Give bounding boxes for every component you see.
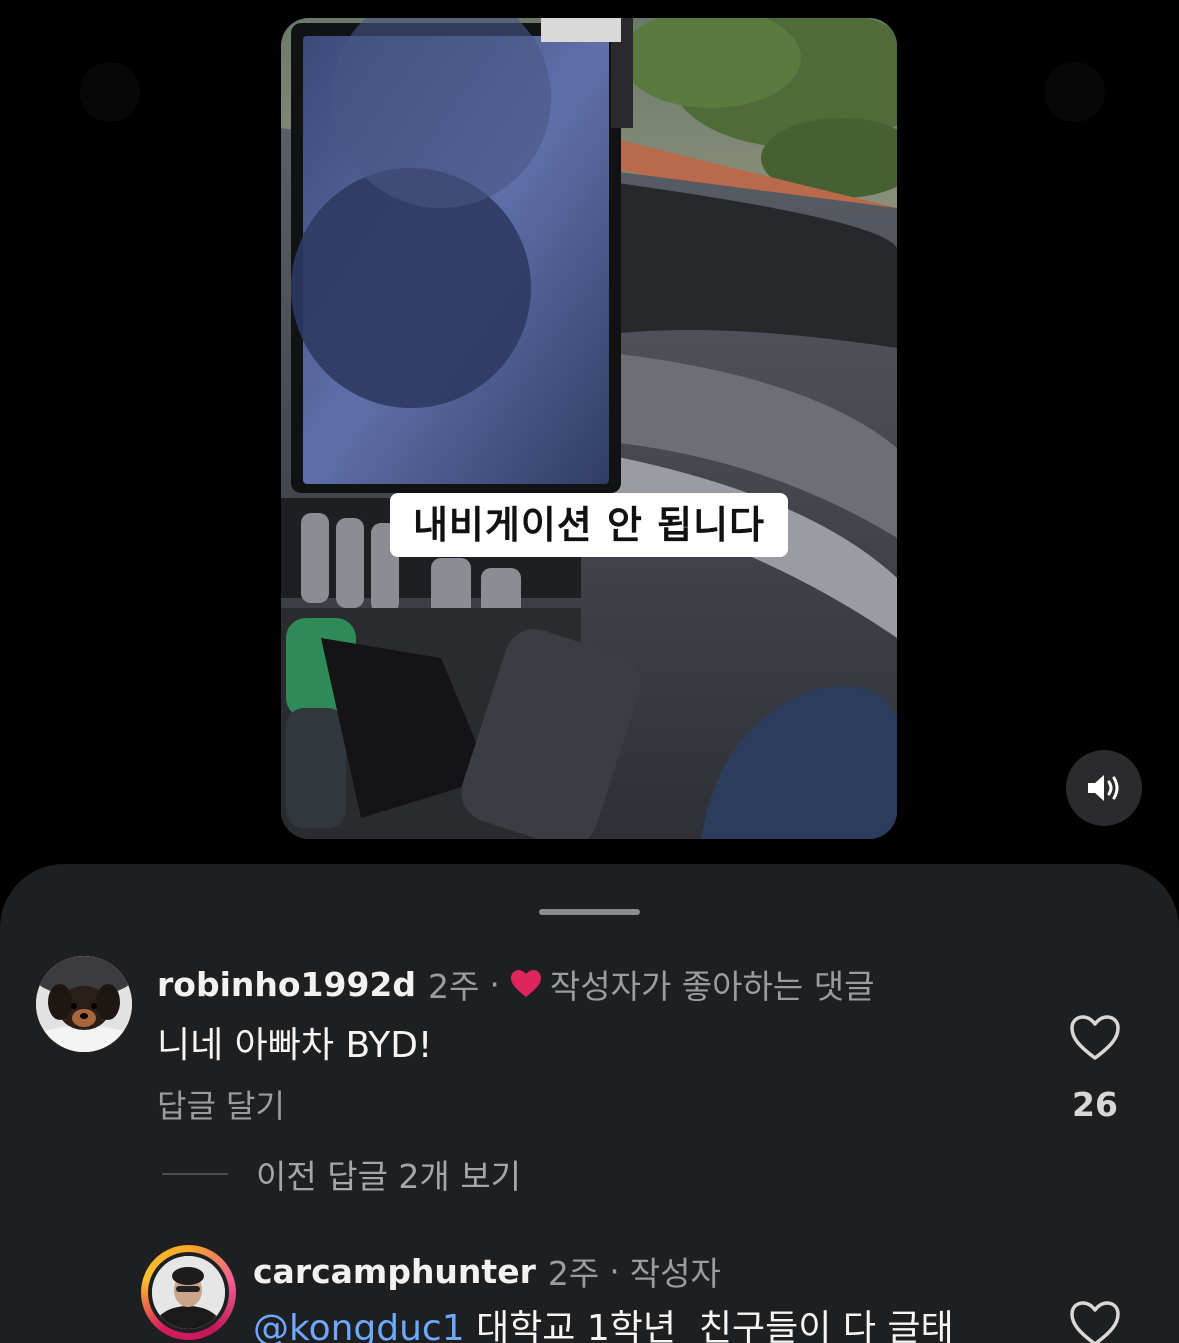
comments-sheet: robinho1992d 2주 · 작성자가 좋아하는 댓글 니네 아빠차 BY…: [0, 864, 1179, 1343]
reply-username[interactable]: carcamphunter: [253, 1252, 536, 1291]
divider-line: [162, 1173, 228, 1175]
more-icon[interactable]: [1045, 62, 1105, 122]
like-button[interactable]: [1069, 1300, 1121, 1343]
video-frame: [281, 18, 897, 839]
reply-time: 2주: [547, 1254, 600, 1293]
heart-outline-icon: [1070, 1301, 1120, 1343]
video-player[interactable]: [281, 18, 897, 839]
dog-avatar-image: [36, 956, 132, 1052]
reply-button[interactable]: 답글 달기: [157, 1081, 285, 1127]
reply-text: @kongduc1 대학교 1학년 친구들이 다 글태: [253, 1299, 954, 1343]
reply-meta: carcamphunter 2주 · 작성자: [253, 1247, 721, 1295]
heart-outline-icon: [1070, 1015, 1120, 1060]
author-liked-label: 작성자가 좋아하는 댓글: [549, 967, 875, 1006]
comment-time: 2주: [428, 967, 480, 1006]
speaker-icon: [1088, 775, 1119, 801]
like-button[interactable]: [1069, 1014, 1121, 1062]
mention-link[interactable]: @kongduc1: [253, 1308, 465, 1343]
video-caption: 내비게이션 안 됩니다: [390, 493, 788, 557]
reply-body: 대학교 1학년 친구들이 다 글태: [464, 1308, 954, 1343]
heart-filled-icon: [510, 969, 542, 999]
avatar-image: [152, 1256, 225, 1329]
comment-username[interactable]: robinho1992d: [157, 965, 416, 1004]
avatar[interactable]: [148, 1252, 229, 1333]
like-count: 26: [1072, 1085, 1118, 1124]
avatar[interactable]: [36, 956, 132, 1052]
view-previous-replies[interactable]: 이전 답글 2개 보기: [162, 1150, 521, 1198]
separator-dot: ·: [489, 964, 500, 1004]
comment-meta: robinho1992d 2주 · 작성자가 좋아하는 댓글: [157, 960, 874, 1008]
comment-text: 니네 아빠차 BYD!: [157, 1025, 433, 1066]
author-badge: 작성자: [629, 1254, 721, 1293]
separator-dot: ·: [609, 1251, 620, 1291]
screen: 내비게이션 안 됩니다 robinho1992d 2주 · 작성자가 좋아하는 …: [0, 0, 1179, 1343]
sheet-grabber[interactable]: [539, 909, 640, 915]
back-icon[interactable]: [80, 62, 140, 122]
sound-toggle-button[interactable]: [1066, 750, 1142, 826]
view-replies-label: 이전 답글 2개 보기: [256, 1157, 521, 1196]
